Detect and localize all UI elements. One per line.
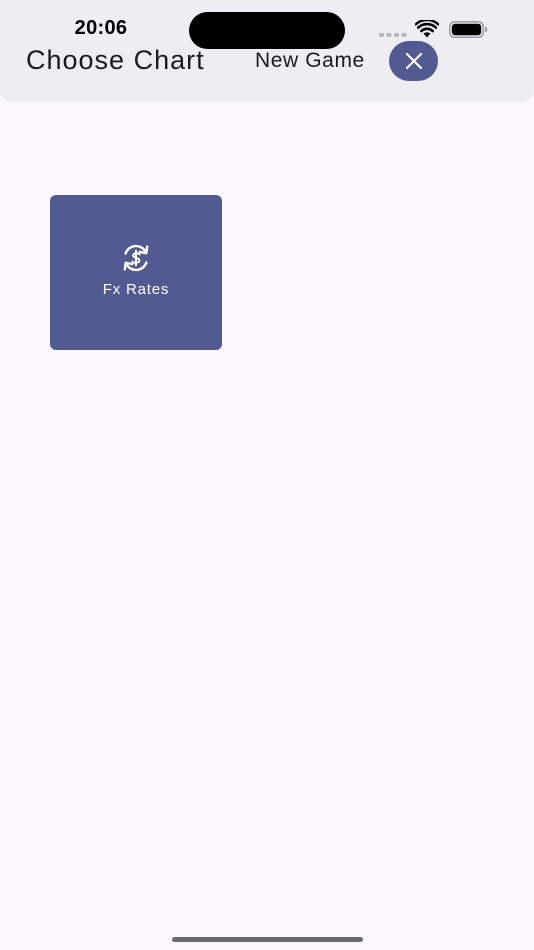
chart-option-fx-rates[interactable]: Fx Rates <box>50 195 222 350</box>
cellular-signal-icon <box>379 33 407 37</box>
close-icon <box>405 52 422 70</box>
page-title: Choose Chart <box>26 45 205 75</box>
wifi-icon <box>415 20 439 38</box>
dynamic-island <box>189 12 345 49</box>
home-indicator <box>172 937 363 942</box>
close-button[interactable] <box>389 41 438 81</box>
battery-icon <box>449 21 488 38</box>
status-time: 20:06 <box>74 17 128 39</box>
currency-exchange-icon <box>123 244 149 272</box>
new-game-button[interactable]: New Game <box>255 49 365 73</box>
chart-option-label: Fx Rates <box>102 281 170 298</box>
app-header: 20:06 Choose Chart New Game <box>0 0 534 102</box>
